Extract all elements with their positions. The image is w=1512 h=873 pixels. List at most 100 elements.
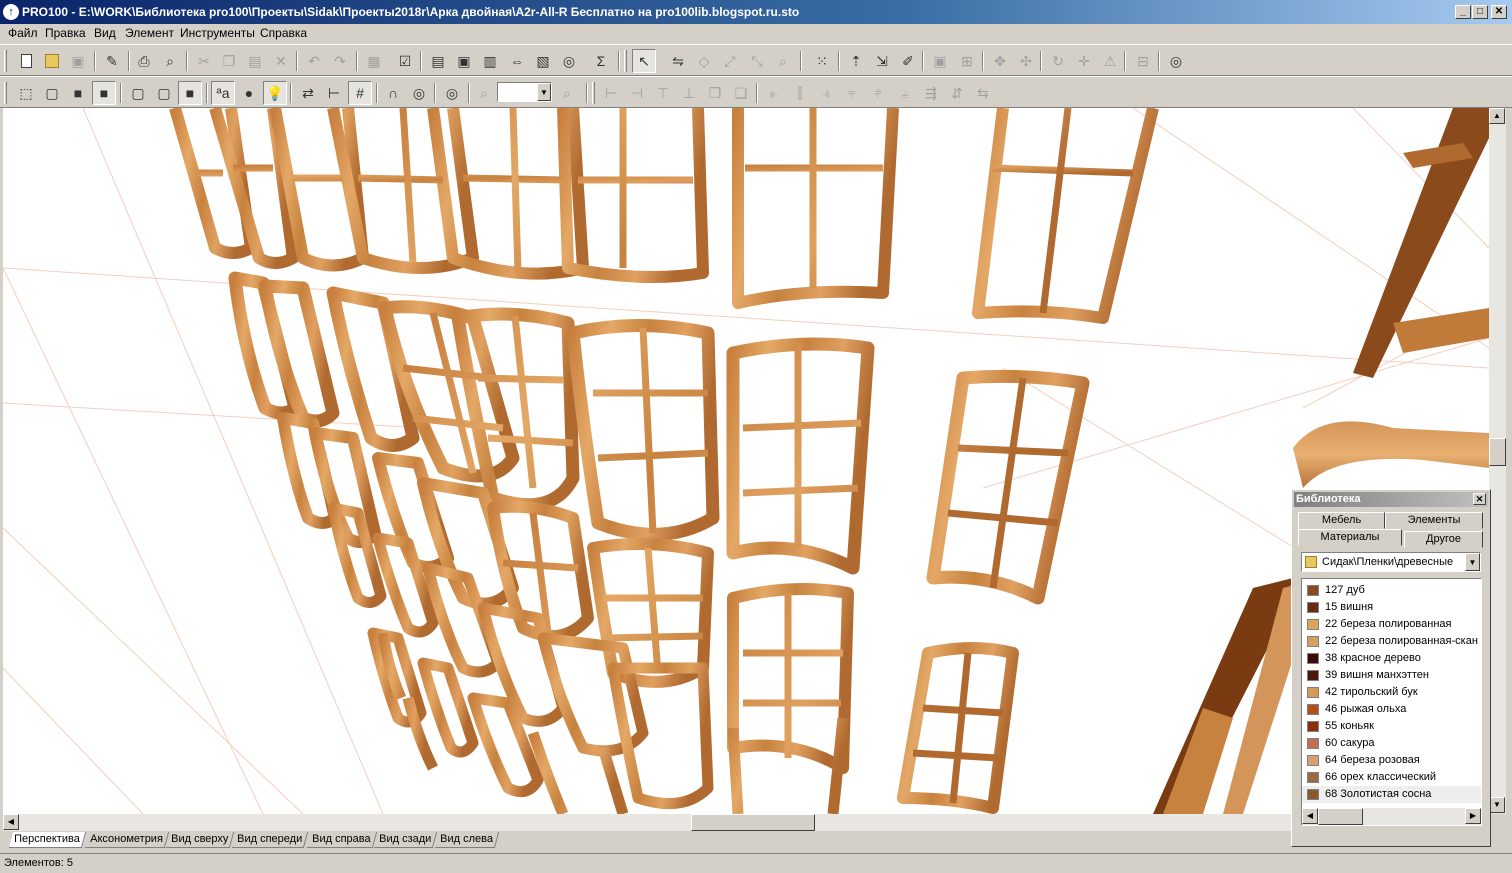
menu-tools[interactable]: Инструменты [178, 26, 257, 41]
checklist-icon[interactable]: ☑ [393, 49, 417, 73]
align-bottom-icon[interactable]: ⊥ [677, 81, 701, 105]
preview-icon[interactable]: ▣ [452, 49, 476, 73]
dist-right-icon[interactable]: ⫣ [814, 81, 838, 105]
space-depth-icon[interactable]: ⇆ [971, 81, 995, 105]
target-icon[interactable]: ◎ [1164, 49, 1188, 73]
scroll-right-arrow-icon[interactable]: ▶ [1465, 808, 1481, 824]
scroll-left-arrow-icon[interactable]: ◀ [1302, 808, 1318, 824]
mirror-icon[interactable]: ⚠ [1098, 49, 1122, 73]
lightbulb-icon[interactable]: 💡 [263, 81, 287, 105]
new-file-icon[interactable] [14, 49, 38, 73]
library-path-select[interactable]: Сидак\Пленки\древесные ▼ [1301, 552, 1481, 572]
align-front-icon[interactable]: ❐ [703, 81, 727, 105]
dist-left-icon[interactable]: ⫦ [762, 81, 786, 105]
sum-icon[interactable]: Σ [589, 49, 613, 73]
align-back-icon[interactable]: ❏ [729, 81, 753, 105]
app-icon[interactable]: ↑ [3, 4, 19, 20]
library-title-bar[interactable]: Библиотека ✕ [1294, 492, 1488, 507]
ruler-icon[interactable]: ⊢ [322, 81, 346, 105]
rotate-free-icon[interactable]: ⇋ [666, 49, 690, 73]
menu-edit[interactable]: Правка [43, 26, 88, 41]
move-icon[interactable]: ⤡ [745, 49, 769, 73]
tab-axonometry[interactable]: Аксонометрия [84, 832, 169, 848]
text-labels-icon[interactable]: ªa [211, 81, 235, 105]
dist-bottom-icon[interactable]: ⫨ [893, 81, 917, 105]
toolbar-grip[interactable] [624, 50, 627, 72]
minimize-button[interactable]: _ [1455, 5, 1471, 19]
material-sphere-icon[interactable]: ● [237, 81, 261, 105]
toolbar-grip[interactable] [4, 50, 7, 72]
tab-back-view[interactable]: Вид сзади [373, 832, 438, 848]
scroll-down-arrow-icon[interactable]: ▼ [1489, 797, 1505, 813]
dimensions-icon[interactable]: ⇔ [505, 49, 529, 73]
save-icon[interactable]: ▣ [66, 49, 90, 73]
list-item[interactable]: 38 красное дерево [1302, 650, 1481, 667]
toolbar-grip[interactable] [592, 82, 595, 104]
open-folder-icon[interactable] [40, 49, 64, 73]
properties-icon[interactable]: ✎ [100, 49, 124, 73]
cut-icon[interactable]: ✂ [192, 49, 216, 73]
magnet-icon[interactable]: ∩ [381, 81, 405, 105]
scene-canvas[interactable] [3, 108, 1489, 814]
cube-solid-icon[interactable]: ■ [178, 81, 202, 105]
scroll-thumb[interactable] [1318, 808, 1363, 825]
scroll-up-arrow-icon[interactable]: ▲ [1489, 108, 1505, 124]
view-textured-icon[interactable]: ■ [92, 81, 116, 105]
chevron-down-icon[interactable]: ▼ [537, 83, 551, 101]
maximize-button[interactable]: □ [1472, 5, 1488, 19]
copy-icon[interactable]: ❐ [217, 49, 241, 73]
distribute-icon[interactable]: ✣ [1014, 49, 1038, 73]
tab-elements[interactable]: Элементы [1385, 512, 1483, 529]
3d-viewport[interactable] [3, 108, 1489, 814]
delete-icon[interactable]: ✕ [269, 49, 293, 73]
tab-furniture[interactable]: Мебель [1298, 512, 1385, 529]
align-icon[interactable]: ✥ [988, 49, 1012, 73]
tab-left-view[interactable]: Вид слева [434, 832, 499, 848]
list-item[interactable]: 68 Золотистая сосна [1302, 786, 1481, 803]
pencil-icon[interactable]: ✐ [896, 49, 920, 73]
zoom-tool-icon[interactable]: ⌕ [771, 49, 795, 73]
dist-center-icon[interactable]: ⫿ [788, 81, 812, 105]
cube-outline-icon[interactable]: ▢ [126, 81, 150, 105]
list-item[interactable]: 22 береза полированная-скан [1302, 633, 1481, 650]
zoom-in-icon[interactable]: ⌕ [555, 81, 579, 105]
transform-icon[interactable]: ◇ [692, 49, 716, 73]
center-target-icon[interactable]: ◎ [440, 81, 464, 105]
zoom-combo[interactable]: ▼ [497, 82, 552, 102]
view-solid-icon[interactable]: ■ [66, 81, 90, 105]
list-item[interactable]: 22 береза полированная [1302, 616, 1481, 633]
tab-right-view[interactable]: Вид справа [306, 832, 377, 848]
tab-materials[interactable]: Материалы [1298, 529, 1402, 546]
tab-other[interactable]: Другое [1404, 531, 1483, 548]
list-item[interactable]: 39 вишня манхэттен [1302, 667, 1481, 684]
toolbar-grip[interactable] [4, 82, 7, 104]
list-item[interactable]: 15 вишня [1302, 599, 1481, 616]
render-icon[interactable]: ▧ [531, 49, 555, 73]
grid-dots-icon[interactable]: ⁙ [810, 49, 834, 73]
clipboard-icon[interactable]: ▦ [362, 49, 386, 73]
align-center-icon[interactable]: ⊣ [625, 81, 649, 105]
list-item[interactable]: 60 сакура [1302, 735, 1481, 752]
menu-file[interactable]: Файл [6, 26, 40, 41]
print-icon[interactable]: ⎙ [132, 49, 156, 73]
select-move-icon[interactable]: ⇲ [870, 49, 894, 73]
list-item[interactable]: 64 береза розовая [1302, 752, 1481, 769]
paste-icon[interactable]: ▤ [243, 49, 267, 73]
scroll-left-arrow-icon[interactable]: ◀ [3, 814, 19, 830]
list-item[interactable]: 55 коньяк [1302, 718, 1481, 735]
grid-icon[interactable]: # [348, 81, 372, 105]
cube-hidden-icon[interactable]: ▢ [152, 81, 176, 105]
space-v-icon[interactable]: ⇵ [945, 81, 969, 105]
snap-target-icon[interactable]: ◎ [407, 81, 431, 105]
tab-perspective[interactable]: Перспектива [8, 832, 86, 848]
move-cross-icon[interactable]: ✛ [1072, 49, 1096, 73]
tab-front-view[interactable]: Вид спереди [231, 832, 309, 848]
ungroup-icon[interactable]: ⊞ [955, 49, 979, 73]
viewport-horizontal-scrollbar[interactable]: ◀ [3, 814, 1489, 831]
list-item[interactable]: 127 дуб [1302, 582, 1481, 599]
snap-icon[interactable]: ⇄ [296, 81, 320, 105]
dist-top-icon[interactable]: ⫧ [840, 81, 864, 105]
print-preview-icon[interactable]: ⌕ [158, 49, 182, 73]
tab-top-view[interactable]: Вид сверху [165, 832, 235, 848]
menu-element[interactable]: Элемент [123, 26, 176, 41]
